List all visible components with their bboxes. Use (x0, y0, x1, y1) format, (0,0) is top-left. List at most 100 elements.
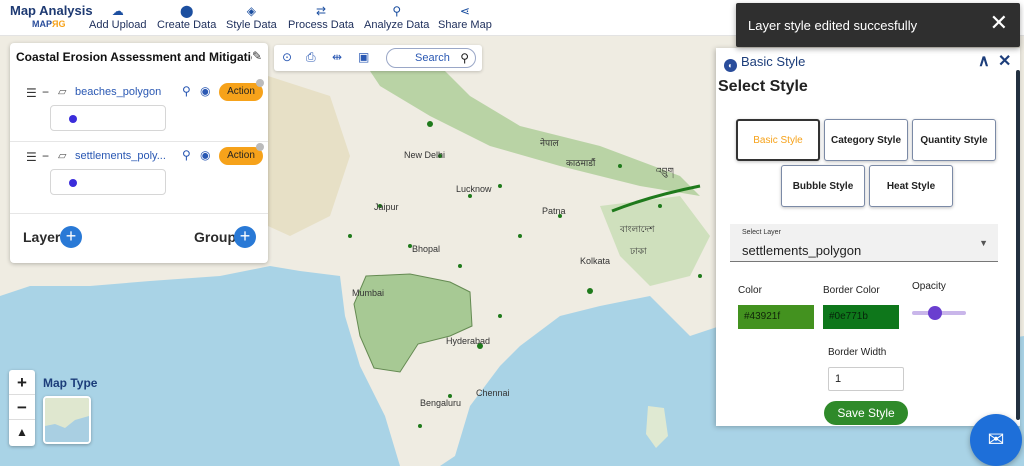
chat-icon: ✉ (987, 429, 1005, 451)
layer-status-dot (256, 143, 264, 151)
save-style-button[interactable]: Save Style (824, 401, 908, 425)
layer-row-settlements[interactable]: ☰ − ▱ settlements_poly... ⚲ ◉ Action (24, 143, 264, 167)
label-hyderabad: Hyderabad (446, 336, 491, 346)
label-lucknow: Lucknow (456, 184, 492, 194)
category-style-label: Category Style (830, 134, 902, 146)
nav-process-data[interactable]: ⇄ Process Data (288, 3, 354, 31)
nav-share-map-label: Share Map (438, 19, 492, 31)
toast-message: Layer style edited succesfully (748, 18, 918, 33)
brand-title: Map Analysis (10, 3, 93, 18)
color-picker[interactable]: #43921f (738, 305, 814, 329)
chevron-down-icon: ▼ (979, 238, 988, 248)
layer-panel: Coastal Erosion Assessment and Mitigatio… (10, 43, 268, 263)
swatch-dot (69, 115, 77, 123)
brand-sub-suffix: ЯG (52, 19, 66, 29)
border-width-input[interactable]: 1 (828, 367, 904, 391)
heat-style-button[interactable]: Heat Style (869, 165, 953, 207)
nav-analyze-data-label: Analyze Data (364, 19, 430, 31)
select-layer-dropdown[interactable]: Select Layer settlements_polygon ▼ (730, 224, 998, 262)
border-color-picker[interactable]: #0e771b (823, 305, 899, 329)
nav-add-upload[interactable]: ☁ Add Upload (89, 3, 147, 31)
collapse-icon[interactable]: − (42, 85, 49, 99)
search-input[interactable]: Search ⚲ (386, 48, 476, 68)
select-style-title: Select Style (718, 78, 808, 95)
style-panel-header-label: Basic Style (741, 54, 806, 69)
border-width-label: Border Width (828, 347, 887, 358)
reset-north-button[interactable]: ▲ (9, 420, 35, 445)
basic-style-button[interactable]: Basic Style (736, 119, 820, 161)
layer-row-beaches[interactable]: ☰ − ▱ beaches_polygon ⚲ ◉ Action (24, 79, 264, 103)
basic-style-label: Basic Style (753, 134, 803, 146)
palette-icon: ◐ (724, 59, 737, 72)
cloud-upload-icon: ☁ (111, 4, 124, 18)
nav-analyze-data[interactable]: ⚲ Analyze Data (364, 3, 429, 31)
drag-handle-icon[interactable]: ☰ (26, 86, 37, 100)
nav-create-data[interactable]: ⬤ Create Data (157, 3, 216, 31)
opacity-slider[interactable] (912, 306, 968, 320)
nav-style-data[interactable]: ◈ Style Data (226, 3, 277, 31)
zoom-to-layer-icon[interactable]: ⚲ (182, 84, 191, 98)
add-group-button[interactable]: + (234, 226, 256, 248)
layer-swatch-beaches[interactable] (50, 105, 166, 131)
nav-create-data-label: Create Data (157, 19, 217, 31)
close-panel-button[interactable]: ✕ (998, 51, 1011, 71)
swatch-dot (69, 179, 77, 187)
brand-logo[interactable]: Map Analysis MAPЯG (10, 3, 93, 29)
select-layer-value: settlements_polygon (742, 243, 862, 258)
category-style-button[interactable]: Category Style (824, 119, 908, 161)
zoom-out-button[interactable]: − (9, 395, 35, 420)
comment-icon[interactable]: ▣ (358, 50, 369, 64)
label-mumbai: Mumbai (352, 288, 385, 298)
layer-label: Layer (23, 229, 61, 245)
analyze-icon: ⚲ (392, 4, 402, 18)
map-type-thumbnail[interactable] (43, 396, 91, 444)
chat-button[interactable]: ✉ (970, 414, 1022, 466)
style-panel: ◐ Basic Style ∧ ✕ Select Style Basic Styl… (716, 48, 1020, 426)
drag-handle-icon[interactable]: ☰ (26, 150, 37, 164)
quantity-style-button[interactable]: Quantity Style (912, 119, 996, 161)
layer-status-dot (256, 79, 264, 87)
bubble-style-button[interactable]: Bubble Style (781, 165, 865, 207)
label-bhutan: འབྲུག (656, 166, 674, 176)
paint-bucket-icon: ◈ (246, 4, 256, 18)
add-layer-button[interactable]: + (60, 226, 82, 248)
label-patna: Patna (542, 206, 566, 216)
layer-name[interactable]: settlements_poly... (75, 150, 166, 162)
toast-close-button[interactable]: ✕ (990, 11, 1008, 35)
collapse-icon[interactable]: − (42, 149, 49, 163)
share-icon: ⋖ (459, 4, 470, 18)
border-color-label: Border Color (823, 285, 880, 296)
label-new-delhi: New Delhi (404, 150, 446, 160)
label-nepal: नेपाल (540, 138, 559, 148)
map-type-label: Map Type (43, 376, 98, 390)
nav-process-data-label: Process Data (288, 19, 355, 31)
label-kathmandu: काठमाडौं (566, 158, 596, 168)
layer-name[interactable]: beaches_polygon (75, 86, 161, 98)
visibility-eye-icon[interactable]: ◉ (200, 84, 210, 98)
opacity-slider-thumb[interactable] (928, 306, 942, 320)
panel-scrollbar[interactable] (1016, 70, 1020, 420)
measure-icon[interactable]: ⇹ (332, 50, 342, 64)
map-type-preview (45, 398, 89, 442)
print-icon[interactable]: ⎙ (306, 50, 316, 65)
opacity-label: Opacity (912, 281, 946, 292)
nav-share-map[interactable]: ⋖ Share Map (438, 3, 492, 31)
polygon-icon: ▱ (58, 86, 67, 98)
polygon-icon: ▱ (58, 150, 67, 162)
pin-icon[interactable]: ✎ (252, 49, 262, 63)
collapse-panel-button[interactable]: ∧ (978, 51, 990, 71)
group-label: Group (194, 229, 236, 245)
zoom-to-layer-icon[interactable]: ⚲ (182, 148, 191, 162)
quantity-style-label: Quantity Style (920, 134, 988, 146)
process-icon: ⇄ (315, 4, 327, 18)
locate-icon[interactable]: ⊙ (282, 50, 292, 64)
layer-swatch-settlements[interactable] (50, 169, 166, 195)
project-title: Coastal Erosion Assessment and Mitigatio… (16, 50, 252, 64)
visibility-eye-icon[interactable]: ◉ (200, 148, 210, 162)
map-tools-bar: ⊙ ⎙ ⇹ ▣ Search ⚲ (274, 45, 482, 71)
search-icon[interactable]: ⚲ (460, 51, 469, 65)
divider (10, 141, 268, 142)
zoom-in-button[interactable]: + (9, 370, 35, 395)
map-pin-icon: ⬤ (179, 4, 194, 18)
divider (10, 213, 268, 214)
